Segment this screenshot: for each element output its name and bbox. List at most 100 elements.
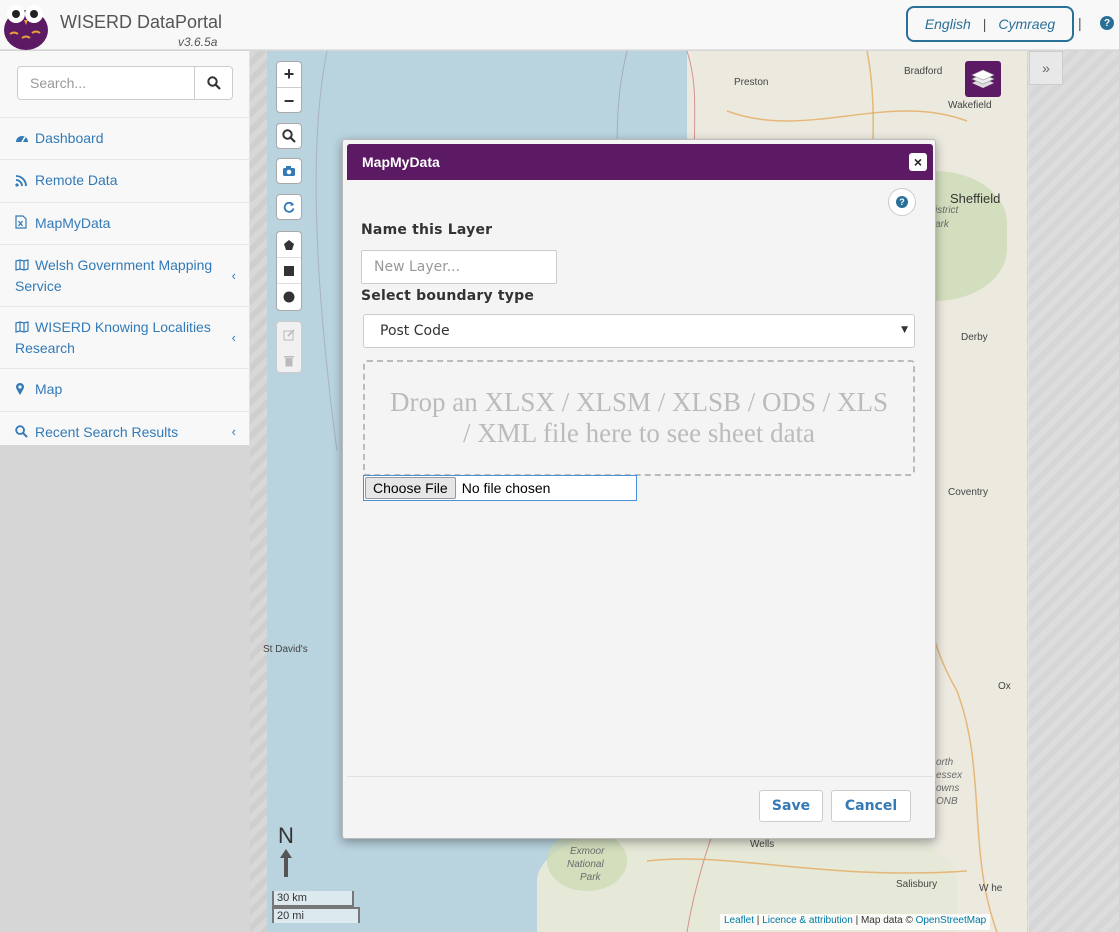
north-label: N [278,823,294,848]
lang-english-link[interactable]: English [925,16,971,32]
map-label-exmoor-3: Park [580,872,601,883]
brand-title[interactable]: WISERD DataPortal [60,12,222,33]
sidebar-item-remote-data[interactable]: Remote Data [0,159,250,201]
map-icon [15,256,29,276]
sidebar-item-mapmydata[interactable]: MapMyData [0,201,250,244]
layers-icon [971,69,995,88]
map-label-sheffield: Sheffield [950,191,1001,206]
save-button[interactable]: Save [759,790,823,822]
draw-circle-button[interactable] [277,284,301,310]
expand-panel-button[interactable]: » [1029,51,1063,85]
edit-layers-button[interactable] [277,322,301,348]
header-separator: | [1078,15,1082,31]
sidebar-item-welsh-government-mapping[interactable]: Welsh Government Mapping Service ‹ [0,243,250,306]
sidebar-nav: Dashboard Remote Data MapMyData Welsh Go… [0,117,250,453]
sidebar-item-recent-search-results[interactable]: Recent Search Results ‹ [0,410,250,453]
map-label-exmoor-2: National [567,859,604,870]
layer-name-label: Name this Layer [361,222,493,238]
chevron-left-icon: ‹ [231,424,236,440]
map-label-north-wessex-2: essex [936,770,963,781]
choose-file-button[interactable]: Choose File [365,477,456,499]
search-icon [15,423,29,443]
sidebar: Dashboard Remote Data MapMyData Welsh Go… [0,51,250,445]
map-label-bradford: Bradford [904,66,943,77]
layer-name-input[interactable] [361,250,557,284]
refresh-button[interactable] [276,194,302,220]
map-attribution: Leaflet | Licence & attribution | Map da… [720,914,991,930]
zoom-out-button[interactable]: − [277,88,301,114]
map-label-wells: Wells [750,839,775,850]
file-input[interactable]: Choose File No file chosen [363,475,637,501]
lang-welsh-link[interactable]: Cymraeg [998,16,1055,32]
file-dropzone[interactable]: Drop an XLSX / XLSM / XLSB / ODS / XLS /… [363,360,915,476]
search-icon [206,76,221,90]
right-panel: » [1028,51,1119,932]
scale-km: 30 km [272,891,354,907]
edit-icon [283,329,295,341]
layers-button[interactable] [965,61,1001,97]
draw-polygon-button[interactable] [277,232,301,258]
arrow-up-icon [280,849,292,877]
zoom-in-button[interactable]: + [277,62,301,88]
map-label-park: ark [935,219,949,230]
version-label: v3.6.5a [178,35,218,49]
sidebar-item-wiserd-knowing-localities[interactable]: WISERD Knowing Localities Research ‹ [0,306,250,368]
sidebar-item-label: Map [35,381,63,398]
draw-rectangle-button[interactable] [277,258,301,284]
boundary-type-value: Post Code [380,323,450,339]
attribution-sep: | [754,915,763,926]
map-label-derby: Derby [961,332,988,343]
scale-mi: 20 mi [272,907,360,923]
delete-layers-button[interactable] [277,348,301,374]
sidebar-item-label: MapMyData [35,214,111,231]
rectangle-icon [284,265,294,276]
leaflet-link[interactable]: Leaflet [724,915,754,926]
sidebar-item-label: Dashboard [35,130,104,146]
dialog-header: MapMyData × [347,144,933,180]
cancel-button[interactable]: Cancel [831,790,911,822]
refresh-icon [283,201,295,213]
map-label-north-wessex-3: owns [936,783,960,794]
map-search-button[interactable] [276,123,302,149]
map-label-wakefield: Wakefield [948,100,992,111]
licence-link[interactable]: Licence & attribution [762,915,853,926]
sidebar-item-map[interactable]: Map [0,368,250,410]
map-label-ox: Ox [998,681,1011,692]
sidebar-item-label: WISERD Knowing Localities Research [15,319,211,357]
boundary-type-select[interactable]: Post Code ▼ [363,314,915,348]
dialog-title: MapMyData [362,154,440,170]
edit-toolbar [276,321,302,373]
help-icon[interactable]: ? [1100,16,1114,30]
north-arrow: N [274,823,298,883]
circle-icon [283,291,295,303]
map-label-salisbury: Salisbury [896,879,938,890]
sidebar-item-dashboard[interactable]: Dashboard [0,117,250,159]
sidebar-item-label: Welsh Government Mapping Service [15,256,213,295]
screenshot-button[interactable] [276,158,302,184]
map-label-north-wessex-4: ONB [936,796,958,807]
map-label-preston: Preston [734,77,769,88]
map-scale: 30 km 20 mi [272,891,362,923]
close-button[interactable]: × [909,153,927,171]
draw-toolbar [276,231,302,311]
file-status: No file chosen [461,480,551,496]
osm-link[interactable]: OpenStreetMap [916,915,987,926]
help-icon: ? [896,196,908,208]
trash-icon [284,356,294,367]
search-input[interactable] [17,66,195,100]
language-switcher: English | Cymraeg [906,6,1074,42]
map-label-wh: W he [979,883,1003,894]
caret-down-icon: ▼ [901,325,908,335]
chevron-left-icon: ‹ [231,267,236,283]
excel-file-icon [15,214,29,234]
map-label-north-wessex-1: orth [936,757,954,768]
owl-logo[interactable] [0,0,52,50]
zoom-control: + − [276,61,302,113]
search-button[interactable] [195,66,233,100]
camera-icon [283,166,295,176]
search-icon [282,129,296,143]
lang-separator: | [982,16,987,32]
dialog-help-button[interactable]: ? [888,188,916,216]
map-marker-icon [15,381,29,401]
boundary-type-label: Select boundary type [361,288,535,304]
